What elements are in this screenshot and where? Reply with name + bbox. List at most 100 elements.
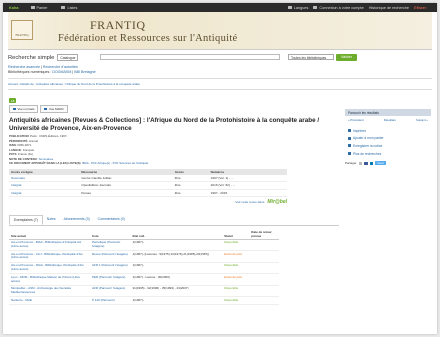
access-link[interactable]: Intégral <box>9 181 80 190</box>
meta-line: Ce document apparaît dans la (les) liste… <box>9 161 149 165</box>
tab-3[interactable]: Commentaires (0) <box>94 215 129 225</box>
access-row: Intégral Persée libre 1967 - 2015 <box>9 189 287 198</box>
access-cell: OpenEdition Journals <box>79 181 173 190</box>
login-link[interactable]: Connexion à votre compte <box>313 6 364 10</box>
search-history-link[interactable]: Historique de recherche <box>369 6 409 10</box>
search-button[interactable]: Valider <box>336 53 357 61</box>
side-panel: Parcourir les résultats « Précédent Résu… <box>345 109 431 166</box>
previous-link[interactable]: « Précédent <box>348 118 364 122</box>
holdings-row: Montpellier - ASM - Archéologie des Soci… <box>9 285 279 298</box>
holdings-state: 31(1995) - 32(1996) - 35(1999) - 43(2007… <box>130 285 223 298</box>
holdings-header[interactable]: Site actuel <box>9 228 90 240</box>
add-to-cart-action[interactable]: Ajouter à mon panier <box>345 135 431 143</box>
location-link[interactable]: Nanterre - MAE <box>9 296 90 306</box>
scope-select[interactable]: Catalogue <box>57 54 79 61</box>
languages-menu[interactable]: Langues <box>287 6 308 10</box>
location-link[interactable]: Lyon - MOM - Bibliothèque Maison de l'Or… <box>9 273 90 286</box>
status: Disponible <box>222 239 250 252</box>
print-action[interactable]: Imprimer <box>345 127 431 135</box>
call-number[interactable]: AFR 1 (Parcourir l'étagère) <box>90 262 131 275</box>
access-link[interactable]: Intégral <box>9 189 80 198</box>
facebook-icon[interactable] <box>364 161 368 166</box>
actions-list: Imprimer Ajouter à mon panier Enregistre… <box>345 127 431 157</box>
access-cell: libre <box>172 189 209 198</box>
tweet-button[interactable]: Tweet <box>375 161 386 166</box>
breadcrumb[interactable]: Accueil › Détails de : Antiquités africa… <box>8 82 432 86</box>
call-number[interactable]: PER (Parcourir l'étagère) <box>90 273 131 286</box>
search-icon <box>348 152 351 156</box>
meta-key: Note de contenu <box>9 156 37 161</box>
network-link[interactable]: Voir cette revue dans Mir@bel <box>9 199 287 205</box>
marc-icon <box>44 107 48 111</box>
cart-icon <box>30 6 35 9</box>
page: Koha Panier Listes Langues Connexion à v… <box>3 3 437 334</box>
record-main: 18 Vue normale Vue MARC Antiquités afric… <box>9 98 339 306</box>
location-link[interactable]: Aix-en-Provence - BIAA - Bibliothèque d'… <box>9 239 90 252</box>
meta-value: Annuel <box>28 138 38 143</box>
frantiq-logo[interactable]: FRANTIQ <box>11 20 33 40</box>
marc-view-button[interactable]: Vue MARC <box>40 105 68 113</box>
location-link[interactable]: Montpellier - ASM - Archéologie des Soci… <box>9 285 90 298</box>
access-link[interactable]: Sommaire <box>9 174 80 183</box>
meta-key: Publication <box>9 134 29 138</box>
call-number[interactable]: Revue (Parcourir l'étagère) <box>90 250 131 263</box>
location-link[interactable]: Aix-en-Provence - CCJ - Bibliothèque d'A… <box>9 250 90 263</box>
holdings-header[interactable]: Date de retour prévue <box>249 228 279 240</box>
advanced-search-link[interactable]: Recherche avancée <box>8 65 40 69</box>
flag-icon <box>287 6 292 9</box>
linkedin-icon[interactable] <box>369 161 374 166</box>
normal-view-button[interactable]: Vue normale <box>9 105 39 113</box>
location-link[interactable]: Aix-en-Provence - IRAA - Bibliothèque d'… <box>9 262 90 275</box>
banner-title: FRANTIQ <box>90 18 146 32</box>
holdings-header[interactable]: Statut <box>222 228 250 240</box>
authority-search-link[interactable]: Recherche d'autorités <box>43 65 78 69</box>
share-row: Partager Tweet <box>345 161 431 166</box>
holdings-state: 1(1967) - Lacune : 36(2000) <box>130 273 223 286</box>
meta-key: Pays <box>9 152 17 156</box>
status: Disponible <box>222 262 250 275</box>
meta-value[interactable]: IBAA - PCF Afrique(s) - PCF Sciences de … <box>82 161 148 165</box>
lists-menu[interactable]: Listes <box>61 6 77 10</box>
holdings-header[interactable]: Cote <box>90 228 131 240</box>
next-link[interactable]: Suivant » <box>416 118 428 122</box>
access-cell: libre <box>172 181 209 190</box>
koha-link[interactable]: Koha <box>9 6 19 10</box>
results-link[interactable]: Résultats <box>384 118 396 122</box>
meta-value[interactable]: Sommaires <box>39 157 54 161</box>
call-number[interactable]: AFR (Parcourir l'étagère) <box>90 285 131 298</box>
access-cell: Persée <box>79 189 173 198</box>
meta-value: Français <box>22 147 34 152</box>
list-icon <box>61 6 66 9</box>
mirabel-a: Mir <box>267 199 275 205</box>
tab-1[interactable]: Notes <box>43 215 60 225</box>
view-icon <box>13 107 16 111</box>
network-link-text: Voir cette revue dans <box>235 200 265 204</box>
holdings-header[interactable]: Etat coll. <box>130 228 223 240</box>
mirabel-logo[interactable]: Mir@bel <box>267 199 287 205</box>
digital-libraries-label: Bibliothèques numériques : <box>8 70 52 74</box>
tab-2[interactable]: Abonnements (3) <box>60 215 94 225</box>
holdings-state: 1(1967)- [Lacunes : 9(1975),10(1976),21(… <box>130 250 223 263</box>
meta-key: Ce document apparaît dans la (les) liste… <box>9 161 81 165</box>
dogmasm-link[interactable]: DOGMASM <box>52 70 71 74</box>
due-date <box>249 262 279 275</box>
call-number[interactable]: P 120 (Parcourir) <box>90 296 131 306</box>
email-icon[interactable] <box>358 161 363 166</box>
bbretagne-link[interactable]: BBI Bretagne <box>74 70 95 74</box>
search-input[interactable] <box>100 54 280 60</box>
holdings-state: 1(1967)- <box>130 239 223 252</box>
clear-history-link[interactable]: Effacer <box>414 6 426 10</box>
divider <box>8 88 432 89</box>
holdings-row: Aix-en-Provence - BIAA - Bibliothèque d'… <box>9 239 279 252</box>
tab-0[interactable]: Exemplaires (7) <box>9 215 43 225</box>
cart-button[interactable]: Panier <box>30 6 47 10</box>
call-number[interactable]: Périodique (Parcourir l'étagère) <box>90 239 131 252</box>
access-cell: 1967 - 2015 <box>208 189 287 198</box>
holdings-state: 1(1967)- <box>130 296 223 306</box>
save-record-action[interactable]: Enregistrer la notice <box>345 142 431 150</box>
library-select[interactable]: Toutes les bibliothèques <box>288 54 334 60</box>
more-searches-action[interactable]: Plus de recherches <box>345 150 431 158</box>
meta-key: ISSN <box>9 143 16 147</box>
browse-results-header[interactable]: Parcourir les résultats <box>345 109 431 116</box>
meta-value: Paris : CNRS Éditions, 1967- <box>30 134 68 138</box>
